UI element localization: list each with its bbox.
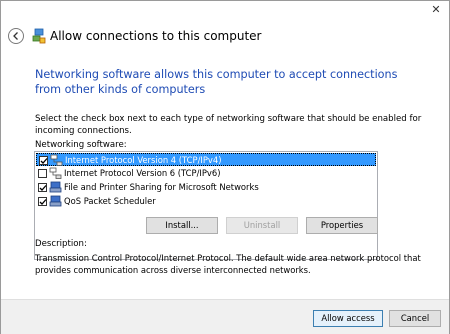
- window-title: Allow connections to this computer: [50, 29, 262, 43]
- list-item-qos[interactable]: QoS Packet Scheduler: [36, 195, 376, 208]
- checkbox-qos[interactable]: [38, 197, 47, 206]
- network-protocol-icon: [50, 154, 63, 166]
- checkmark-icon: [40, 158, 48, 164]
- checkbox-ipv4[interactable]: [39, 156, 48, 165]
- title-bar: ✕: [1, 1, 449, 23]
- main-heading: Networking software allows this computer…: [35, 68, 398, 96]
- checkmark-icon: [39, 185, 47, 191]
- description-text: Transmission Control Protocol/Internet P…: [35, 253, 421, 275]
- dialog-content: Networking software allows this computer…: [1, 54, 449, 299]
- list-item-label: Internet Protocol Version 4 (TCP/IPv4): [65, 155, 222, 165]
- back-arrow-icon: [13, 32, 18, 40]
- instruction-text: Select the check box next to each type o…: [35, 114, 422, 136]
- dialog-header: Allow connections to this computer: [1, 23, 449, 53]
- back-button[interactable]: [8, 28, 24, 44]
- uninstall-button[interactable]: Uninstall: [226, 217, 298, 234]
- list-item-label: QoS Packet Scheduler: [64, 196, 156, 206]
- list-item-label: Internet Protocol Version 6 (TCP/IPv6): [64, 168, 221, 178]
- cancel-button[interactable]: Cancel: [389, 310, 441, 327]
- list-item-label: File and Printer Sharing for Microsoft N…: [64, 182, 259, 192]
- network-connections-icon: [32, 28, 46, 44]
- properties-button[interactable]: Properties: [306, 217, 378, 234]
- install-button[interactable]: Install...: [146, 217, 218, 234]
- close-button[interactable]: ✕: [427, 3, 445, 17]
- list-item-ipv4[interactable]: Internet Protocol Version 4 (TCP/IPv4): [36, 153, 376, 166]
- dialog-window: ✕ Allow connections to this computer Net…: [0, 0, 450, 334]
- network-service-icon: [49, 195, 62, 207]
- checkbox-file-printer-sharing[interactable]: [38, 183, 47, 192]
- network-service-icon: [49, 181, 62, 193]
- checkmark-icon: [39, 199, 47, 205]
- list-item-file-printer-sharing[interactable]: File and Printer Sharing for Microsoft N…: [36, 181, 376, 194]
- dialog-footer: Allow access Cancel: [1, 299, 449, 334]
- network-protocol-icon: [49, 167, 62, 179]
- allow-access-button[interactable]: Allow access: [313, 310, 383, 327]
- description-label: Description:: [35, 239, 87, 249]
- networking-software-label: Networking software:: [35, 140, 127, 150]
- list-item-ipv6[interactable]: Internet Protocol Version 6 (TCP/IPv6): [36, 167, 376, 180]
- close-icon[interactable]: ✕: [431, 3, 440, 16]
- checkbox-ipv6[interactable]: [38, 169, 47, 178]
